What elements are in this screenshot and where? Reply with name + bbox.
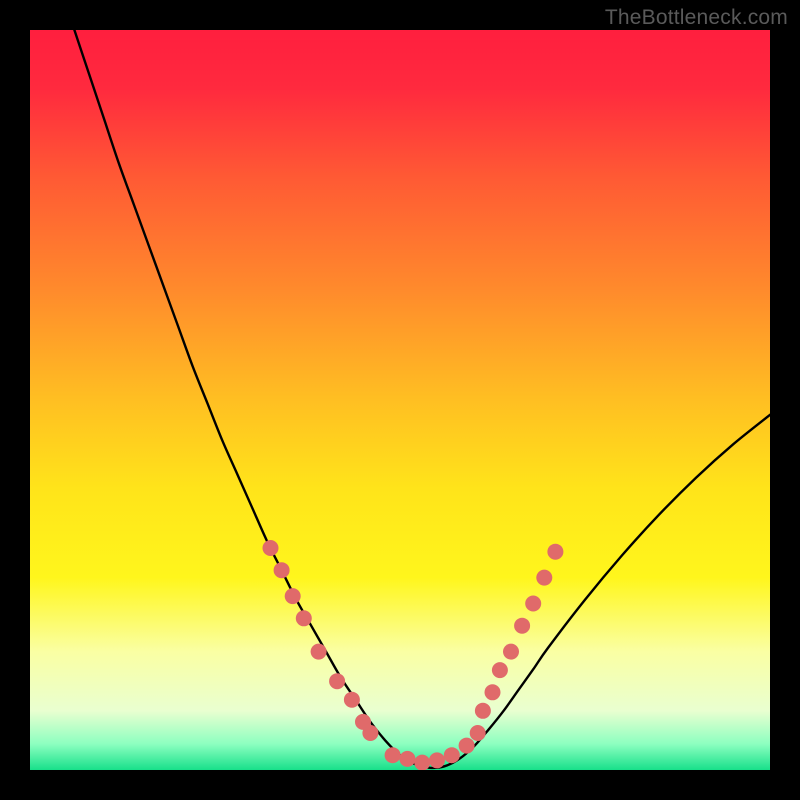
marker-dot — [536, 570, 552, 586]
marker-dot — [492, 662, 508, 678]
marker-dot — [514, 618, 530, 634]
marker-dot — [385, 747, 401, 763]
chart-stage: TheBottleneck.com — [0, 0, 800, 800]
marker-dot — [311, 644, 327, 660]
marker-dot — [362, 725, 378, 741]
marker-dot — [274, 562, 290, 578]
marker-dot — [263, 540, 279, 556]
marker-dot — [296, 610, 312, 626]
plot-area — [30, 30, 770, 770]
curve-markers — [263, 540, 564, 770]
curve-layer — [30, 30, 770, 770]
marker-dot — [429, 752, 445, 768]
marker-dot — [525, 596, 541, 612]
marker-dot — [329, 673, 345, 689]
marker-dot — [475, 703, 491, 719]
marker-dot — [470, 725, 486, 741]
bottleneck-curve — [74, 30, 770, 768]
marker-dot — [459, 738, 475, 754]
marker-dot — [285, 588, 301, 604]
watermark-text: TheBottleneck.com — [605, 6, 788, 30]
marker-dot — [547, 544, 563, 560]
marker-dot — [344, 692, 360, 708]
marker-dot — [414, 755, 430, 770]
marker-dot — [485, 684, 501, 700]
marker-dot — [503, 644, 519, 660]
marker-dot — [399, 751, 415, 767]
marker-dot — [444, 747, 460, 763]
